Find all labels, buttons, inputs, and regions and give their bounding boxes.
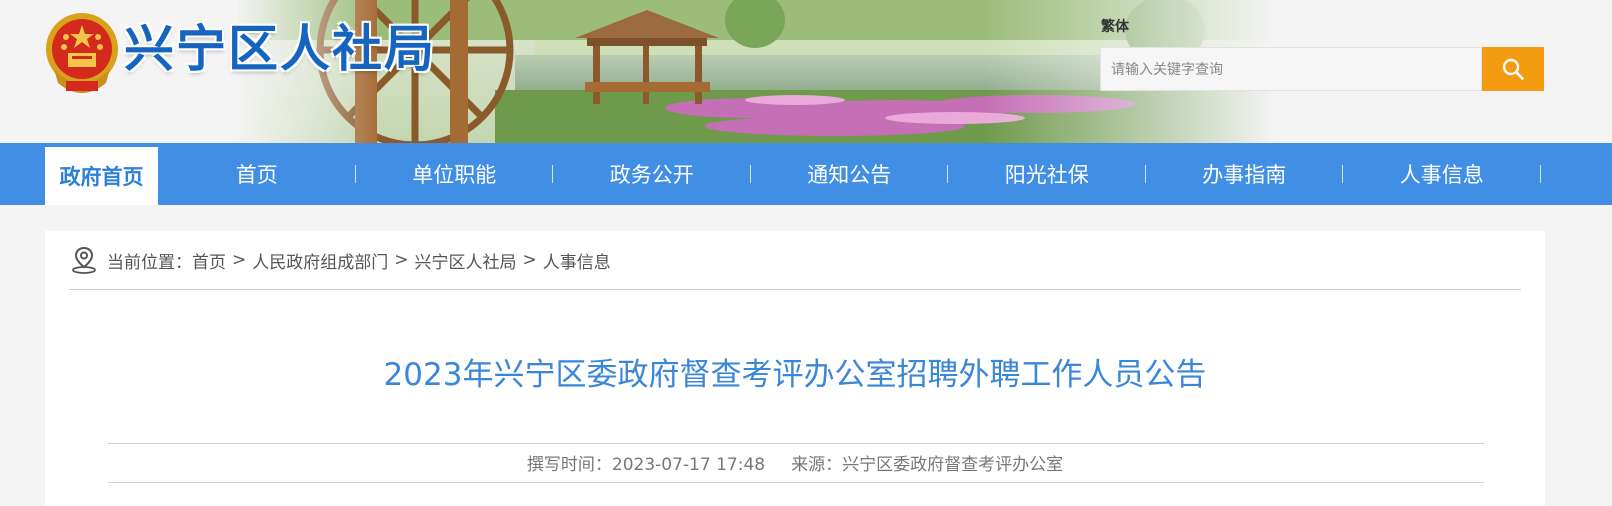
search-input[interactable] <box>1100 47 1482 91</box>
breadcrumb-item-home[interactable]: 首页 <box>192 248 226 273</box>
article-meta: 撰写时间：2023-07-17 17:48 来源：兴宁区委政府督查考评办公室 <box>45 453 1545 477</box>
nav-item-service-guide[interactable]: 办事指南 <box>1146 143 1344 205</box>
breadcrumb-item-gov-departments[interactable]: 人民政府组成部门 <box>252 248 388 273</box>
breadcrumb: 当前位置： 首页 > 人民政府组成部门 > 兴宁区人社局 > 人事信息 <box>69 245 611 275</box>
nav-item-social-security[interactable]: 阳光社保 <box>948 143 1146 205</box>
breadcrumb-item-hr-bureau[interactable]: 兴宁区人社局 <box>415 248 517 273</box>
site-title: 兴宁区人社局 <box>124 20 436 78</box>
nav-item-personnel-info[interactable]: 人事信息 <box>1343 143 1541 205</box>
national-emblem-icon <box>44 9 120 95</box>
site-header: 兴宁区人社局 繁体 <box>0 0 1612 143</box>
main-nav: 政府首页 首页 单位职能 政务公开 通知公告 阳光社保 办事指南 人事信息 <box>0 143 1612 205</box>
breadcrumb-separator: > <box>394 250 409 270</box>
meta-time-label: 撰写时间： <box>526 455 612 475</box>
meta-time-value: 2023-07-17 17:48 <box>611 455 766 475</box>
location-pin-icon <box>72 246 96 274</box>
traditional-chinese-link[interactable]: 繁体 <box>1101 16 1129 36</box>
nav-item-unit-functions[interactable]: 单位职能 <box>356 143 554 205</box>
nav-item-home[interactable]: 首页 <box>158 143 356 205</box>
breadcrumb-divider <box>69 289 1521 290</box>
nav-item-gov-home[interactable]: 政府首页 <box>45 147 158 205</box>
search-button[interactable] <box>1482 47 1544 91</box>
nav-item-notices[interactable]: 通知公告 <box>751 143 949 205</box>
article-title: 2023年兴宁区委政府督查考评办公室招聘外聘工作人员公告 <box>383 357 1207 393</box>
breadcrumb-item-personnel-info[interactable]: 人事信息 <box>543 248 611 273</box>
breadcrumb-prefix: 当前位置： <box>107 252 192 273</box>
breadcrumb-separator: > <box>232 250 247 270</box>
meta-divider-bottom <box>108 482 1484 483</box>
breadcrumb-separator: > <box>522 250 537 270</box>
nav-item-government-affairs[interactable]: 政务公开 <box>553 143 751 205</box>
meta-source-value: 兴宁区委政府督查考评办公室 <box>842 455 1064 475</box>
article-panel: 当前位置： 首页 > 人民政府组成部门 > 兴宁区人社局 > 人事信息 2023… <box>45 231 1545 506</box>
meta-source-label: 来源： <box>791 455 843 475</box>
search-icon <box>1502 58 1524 80</box>
meta-divider-top <box>108 443 1484 444</box>
